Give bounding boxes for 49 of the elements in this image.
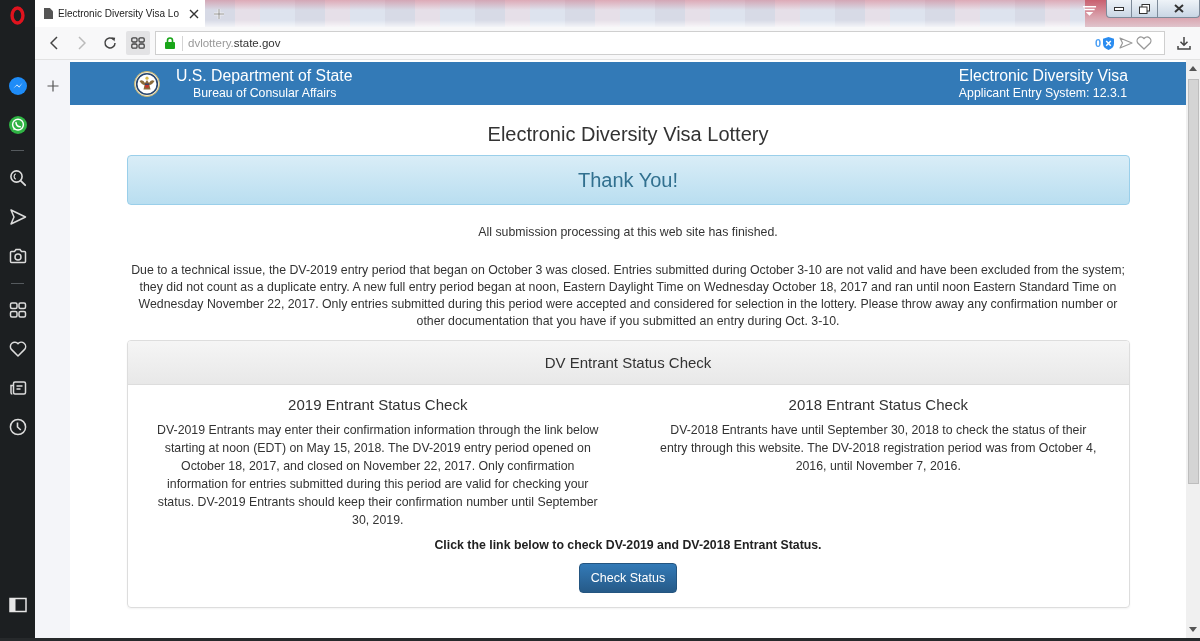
heart-icon[interactable]: [8, 339, 27, 358]
instruction-text: Click the link below to check DV-2019 and DV-2018 Entrant Status.: [434, 537, 822, 554]
close-icon[interactable]: [189, 8, 199, 19]
scroll-thumb[interactable]: [1187, 79, 1199, 484]
notice-paragraph: Due to a technical issue, the DV-2019 entry period that began on October 3 was closed. Entries submitted during October 3-10 are not valid and have been excluded from the system; they did not count as a duplicate entry. A new full entry period began at noon, Eastern Daylight Time on Wednesday October 18, 2017 and ran until noon Eastern Standard Time on Wednesday November 22, 2017. Only entries submitted during this period were accepted and considered for selection in the lottery. Please throw away any confirmation number or other documentation that you have if you submitted an entry during Oct. 3-10.: [130, 262, 1126, 330]
whatsapp-icon[interactable]: [8, 115, 27, 134]
opera-logo-icon[interactable]: [10, 6, 25, 25]
window-close-button[interactable]: [1158, 0, 1200, 18]
messenger-icon[interactable]: [8, 76, 27, 95]
clock-icon[interactable]: [8, 417, 27, 436]
browser-tab[interactable]: Electronic Diversity Visa Lo: [35, 0, 205, 27]
plus-icon[interactable]: [46, 80, 59, 92]
thank-you-alert: Thank You!: [126, 155, 1130, 205]
shield-icon[interactable]: [1103, 36, 1114, 50]
grid-icon[interactable]: [8, 300, 27, 319]
column-title: 2019 Entrant Status Check: [288, 396, 468, 414]
column-text: DV-2018 Entrants have until September 30, 2018 to check the status of their entry through this website. The DV-2018 registration period was from October 4, 2016, until November 7, 2016.: [659, 422, 1098, 475]
grid-icon: [131, 37, 145, 49]
camera-icon[interactable]: [8, 246, 27, 265]
version-text: Applicant Entry System: 12.3.1: [958, 84, 1128, 101]
column-title: 2018 Entrant Status Check: [788, 396, 968, 414]
scroll-up-icon[interactable]: [1189, 66, 1197, 71]
status-notice: All submission processing at this web site has finished.: [477, 224, 779, 241]
agency-name: U.S. Department of State: [176, 66, 353, 85]
restore-icon: [1139, 3, 1150, 14]
tab-grid-button[interactable]: [126, 31, 150, 55]
address-field[interactable]: dvlottery.state.gov 0: [155, 31, 1165, 55]
reload-icon[interactable]: [103, 36, 117, 50]
download-icon[interactable]: [1177, 36, 1191, 50]
back-icon[interactable]: [50, 36, 58, 50]
check-status-button[interactable]: Check Status: [578, 563, 678, 593]
search-icon[interactable]: [8, 168, 27, 187]
lock-icon: [165, 37, 175, 49]
news-icon[interactable]: [8, 378, 27, 397]
sidebar-toggle-icon[interactable]: [8, 596, 27, 613]
menu-icon[interactable]: [1082, 5, 1097, 17]
system-name: Electronic Diversity Visa: [958, 66, 1128, 85]
scroll-down-icon[interactable]: [1189, 627, 1197, 632]
restore-button[interactable]: [1132, 0, 1158, 18]
url-text: dvlottery.state.gov: [188, 37, 281, 49]
close-icon: [1173, 4, 1184, 13]
minimize-button[interactable]: [1106, 0, 1132, 18]
seal-icon: [134, 70, 160, 97]
page-title: Electronic Diversity Visa Lottery: [486, 123, 770, 145]
column-text: DV-2019 Entrants may enter their confirmation information through the link below starting at noon (EDT) on May 15, 2018. The DV-2019 entry period opened on October 18, 2017, and closed on November 22, 2017. Only confirmation information for entries submitted during this period are valid for checking your status. DV-2019 Entrants should keep their confirmation number until September 30, 2019.: [156, 422, 600, 529]
bureau-name: Bureau of Consular Affairs: [193, 84, 338, 101]
page-icon: [44, 8, 53, 19]
minimize-icon: [1114, 6, 1124, 11]
panel-heading: DV Entrant Status Check: [127, 341, 1129, 385]
